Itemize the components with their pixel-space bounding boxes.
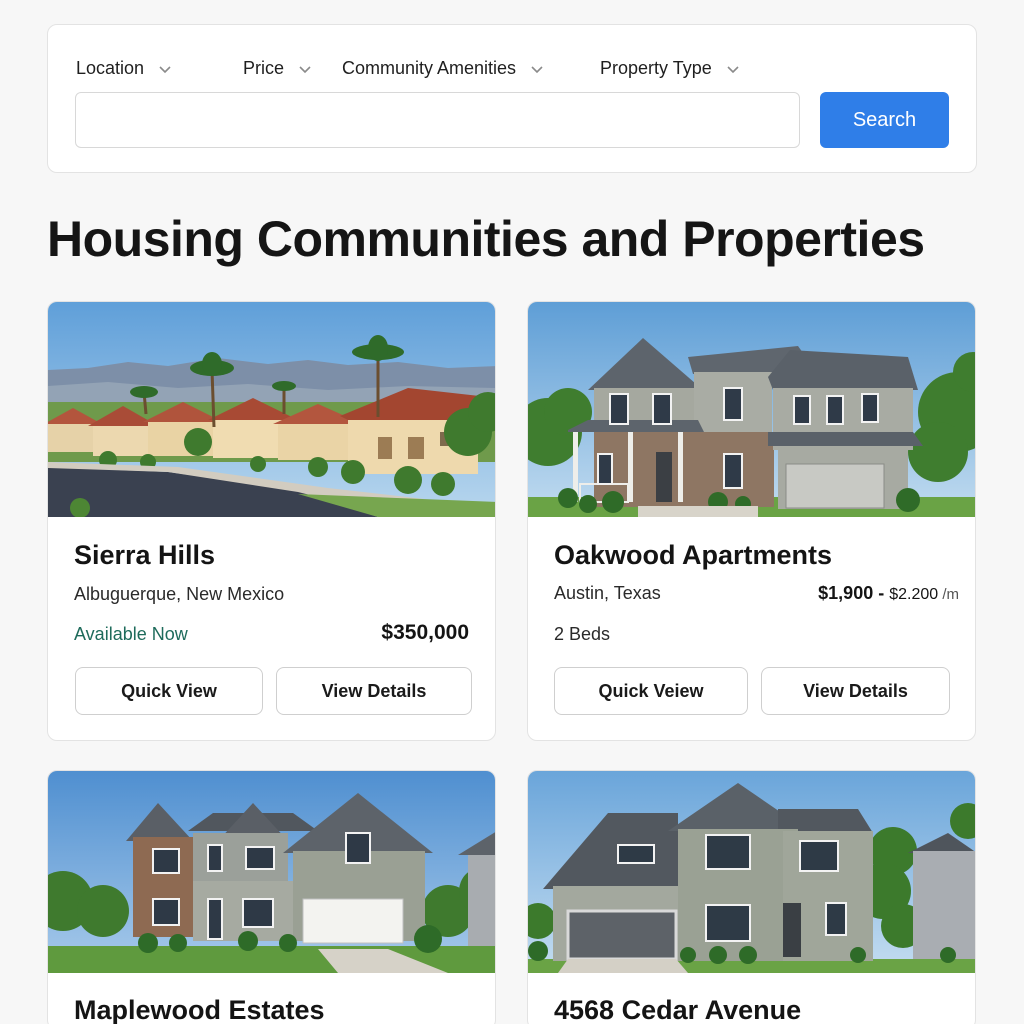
- property-card-sierra-hills: Sierra Hills Albuguerque, New Mexico Ava…: [47, 301, 496, 741]
- price-high: $2.200: [889, 586, 939, 603]
- view-details-button[interactable]: View Details: [761, 667, 950, 715]
- property-type-filter-label: Property Type: [600, 58, 712, 78]
- search-button[interactable]: Search: [820, 92, 949, 148]
- quick-view-button[interactable]: Quick Veiew: [554, 667, 748, 715]
- property-name: Maplewood Estates: [74, 995, 325, 1024]
- property-card-cedar-avenue: 4568 Cedar Avenue: [527, 770, 976, 1024]
- quick-view-button[interactable]: Quick View: [75, 667, 263, 715]
- property-photo[interactable]: [528, 771, 976, 973]
- location-filter-label: Location: [76, 58, 145, 78]
- page-title: Housing Communities and Properties: [47, 211, 925, 267]
- property-price: $350,000: [381, 621, 469, 644]
- beds-count: 2 Beds: [554, 624, 611, 644]
- property-photo[interactable]: [528, 302, 976, 517]
- availability-status: Available Now: [74, 624, 188, 644]
- property-name: Oakwood Apartments: [554, 540, 833, 570]
- property-photo[interactable]: [48, 302, 496, 517]
- price-filter[interactable]: Price: [243, 58, 312, 79]
- chevron-down-icon: [530, 62, 544, 76]
- property-name: Sierra Hills: [74, 540, 216, 570]
- amenities-filter[interactable]: Community Amenities: [342, 58, 544, 79]
- property-name: 4568 Cedar Avenue: [554, 995, 802, 1024]
- price-range: $1,900 - $2.200 /m: [818, 583, 959, 604]
- property-type-filter[interactable]: Property Type: [600, 58, 740, 79]
- chevron-down-icon: [726, 62, 740, 76]
- property-card-maplewood-estates: Maplewood Estates: [47, 770, 496, 1024]
- property-card-oakwood-apartments: Oakwood Apartments Austin, Texas $1,900 …: [527, 301, 976, 741]
- chevron-down-icon: [298, 62, 312, 76]
- price-unit: /m: [938, 586, 959, 603]
- view-details-button[interactable]: View Details: [276, 667, 472, 715]
- filter-panel: Location Price Community Amenities Prope…: [47, 24, 977, 173]
- location-filter[interactable]: Location: [76, 58, 172, 79]
- page: Location Price Community Amenities Prope…: [0, 0, 1024, 1024]
- amenities-filter-label: Community Amenities: [342, 58, 517, 78]
- chevron-down-icon: [158, 62, 172, 76]
- price-filter-label: Price: [243, 58, 285, 78]
- search-input[interactable]: [75, 92, 800, 148]
- price-separator: -: [873, 583, 890, 603]
- property-photo[interactable]: [48, 771, 496, 973]
- price-low: $1,900: [818, 583, 874, 603]
- property-location: Albuguerque, New Mexico: [74, 584, 285, 604]
- property-location: Austin, Texas: [554, 583, 661, 603]
